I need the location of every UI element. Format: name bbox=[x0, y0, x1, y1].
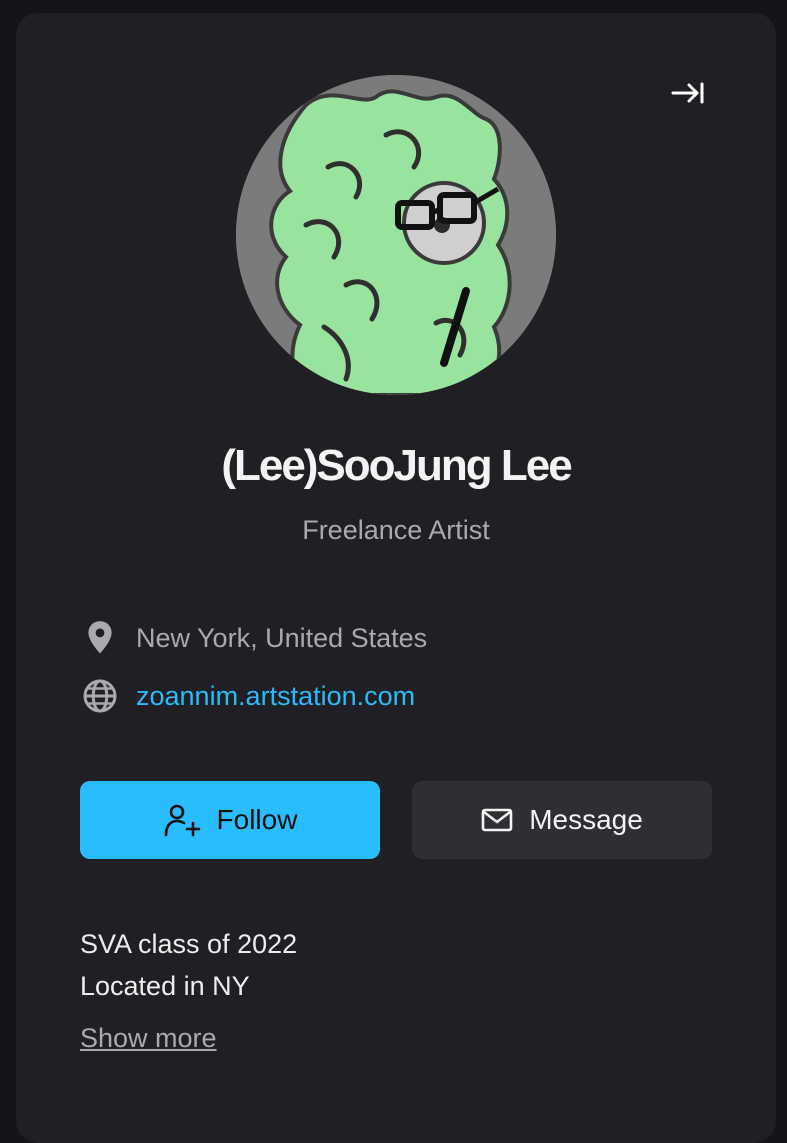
bio-line: Located in NY bbox=[80, 971, 250, 1001]
website-link[interactable]: zoannim.artstation.com bbox=[136, 681, 415, 712]
globe-icon bbox=[80, 676, 120, 716]
collapse-panel-button[interactable] bbox=[668, 75, 708, 111]
bio-line: SVA class of 2022 bbox=[80, 929, 298, 959]
follow-label: Follow bbox=[216, 804, 298, 835]
follow-button[interactable]: Follow bbox=[80, 781, 380, 859]
show-more-link[interactable]: Show more bbox=[80, 1023, 217, 1054]
profile-name: (Lee)SooJung Lee bbox=[221, 441, 572, 490]
location-text: New York, United States bbox=[136, 622, 428, 653]
envelope-icon bbox=[481, 807, 513, 833]
avatar[interactable] bbox=[236, 75, 556, 395]
location-pin-icon bbox=[80, 618, 120, 658]
profile-card: (Lee)SooJung Lee Freelance Artist New Yo… bbox=[16, 13, 776, 1143]
add-user-icon bbox=[163, 803, 201, 837]
collapse-right-icon bbox=[671, 82, 704, 104]
avatar-illustration bbox=[236, 75, 556, 395]
website-row: zoannim.artstation.com bbox=[80, 676, 415, 716]
profile-headline: Freelance Artist bbox=[302, 515, 490, 545]
message-button[interactable]: Message bbox=[412, 781, 712, 859]
bio-text: SVA class of 2022 Located in NY bbox=[80, 923, 700, 1019]
location-row: New York, United States bbox=[80, 618, 427, 658]
message-label: Message bbox=[529, 804, 643, 835]
